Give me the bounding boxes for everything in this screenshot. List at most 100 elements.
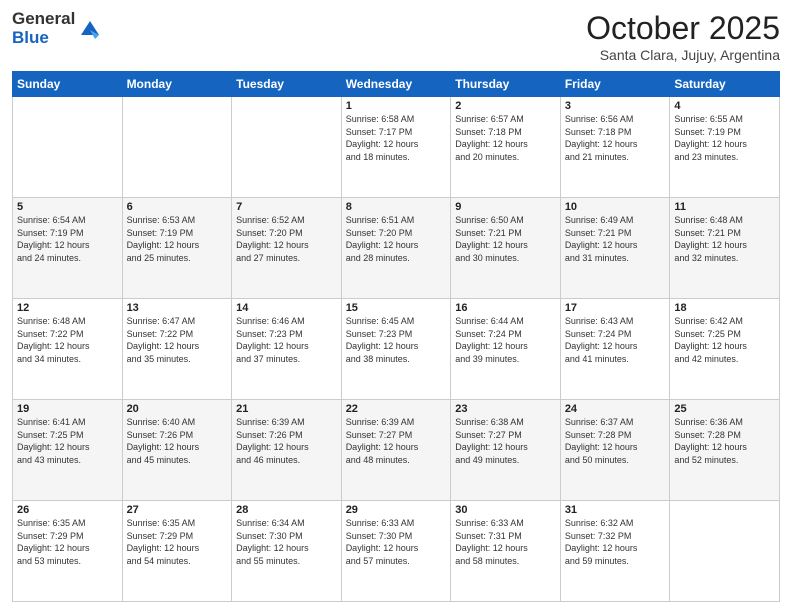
day-info: Sunrise: 6:41 AM Sunset: 7:25 PM Dayligh… bbox=[17, 416, 118, 466]
calendar-cell bbox=[13, 97, 123, 198]
day-info: Sunrise: 6:39 AM Sunset: 7:27 PM Dayligh… bbox=[346, 416, 447, 466]
calendar-header-row: SundayMondayTuesdayWednesdayThursdayFrid… bbox=[13, 72, 780, 97]
calendar-cell: 12Sunrise: 6:48 AM Sunset: 7:22 PM Dayli… bbox=[13, 299, 123, 400]
day-number: 9 bbox=[455, 201, 556, 213]
calendar-cell: 24Sunrise: 6:37 AM Sunset: 7:28 PM Dayli… bbox=[560, 400, 670, 501]
day-info: Sunrise: 6:58 AM Sunset: 7:17 PM Dayligh… bbox=[346, 113, 447, 163]
day-info: Sunrise: 6:34 AM Sunset: 7:30 PM Dayligh… bbox=[236, 517, 337, 567]
day-info: Sunrise: 6:40 AM Sunset: 7:26 PM Dayligh… bbox=[127, 416, 228, 466]
day-info: Sunrise: 6:56 AM Sunset: 7:18 PM Dayligh… bbox=[565, 113, 666, 163]
title-block: October 2025 Santa Clara, Jujuy, Argenti… bbox=[586, 10, 780, 63]
day-number: 2 bbox=[455, 100, 556, 112]
calendar-week-row: 5Sunrise: 6:54 AM Sunset: 7:19 PM Daylig… bbox=[13, 198, 780, 299]
day-info: Sunrise: 6:43 AM Sunset: 7:24 PM Dayligh… bbox=[565, 315, 666, 365]
day-info: Sunrise: 6:35 AM Sunset: 7:29 PM Dayligh… bbox=[17, 517, 118, 567]
day-number: 20 bbox=[127, 403, 228, 415]
calendar-cell: 28Sunrise: 6:34 AM Sunset: 7:30 PM Dayli… bbox=[232, 501, 342, 602]
calendar-table: SundayMondayTuesdayWednesdayThursdayFrid… bbox=[12, 71, 780, 602]
calendar-day-header: Monday bbox=[122, 72, 232, 97]
calendar-cell: 18Sunrise: 6:42 AM Sunset: 7:25 PM Dayli… bbox=[670, 299, 780, 400]
subtitle: Santa Clara, Jujuy, Argentina bbox=[586, 47, 780, 63]
calendar-cell: 27Sunrise: 6:35 AM Sunset: 7:29 PM Dayli… bbox=[122, 501, 232, 602]
day-info: Sunrise: 6:35 AM Sunset: 7:29 PM Dayligh… bbox=[127, 517, 228, 567]
calendar-cell: 21Sunrise: 6:39 AM Sunset: 7:26 PM Dayli… bbox=[232, 400, 342, 501]
day-number: 26 bbox=[17, 504, 118, 516]
calendar-cell: 11Sunrise: 6:48 AM Sunset: 7:21 PM Dayli… bbox=[670, 198, 780, 299]
day-number: 13 bbox=[127, 302, 228, 314]
day-number: 21 bbox=[236, 403, 337, 415]
logo: General Blue bbox=[12, 10, 103, 47]
calendar-cell: 9Sunrise: 6:50 AM Sunset: 7:21 PM Daylig… bbox=[451, 198, 561, 299]
calendar-week-row: 26Sunrise: 6:35 AM Sunset: 7:29 PM Dayli… bbox=[13, 501, 780, 602]
day-number: 7 bbox=[236, 201, 337, 213]
day-info: Sunrise: 6:44 AM Sunset: 7:24 PM Dayligh… bbox=[455, 315, 556, 365]
day-info: Sunrise: 6:48 AM Sunset: 7:22 PM Dayligh… bbox=[17, 315, 118, 365]
day-info: Sunrise: 6:51 AM Sunset: 7:20 PM Dayligh… bbox=[346, 214, 447, 264]
day-number: 18 bbox=[674, 302, 775, 314]
day-number: 23 bbox=[455, 403, 556, 415]
day-info: Sunrise: 6:53 AM Sunset: 7:19 PM Dayligh… bbox=[127, 214, 228, 264]
calendar-day-header: Friday bbox=[560, 72, 670, 97]
day-number: 4 bbox=[674, 100, 775, 112]
day-number: 31 bbox=[565, 504, 666, 516]
calendar-cell: 22Sunrise: 6:39 AM Sunset: 7:27 PM Dayli… bbox=[341, 400, 451, 501]
calendar-cell: 31Sunrise: 6:32 AM Sunset: 7:32 PM Dayli… bbox=[560, 501, 670, 602]
day-number: 25 bbox=[674, 403, 775, 415]
logo-general: General bbox=[12, 10, 75, 29]
calendar-cell: 13Sunrise: 6:47 AM Sunset: 7:22 PM Dayli… bbox=[122, 299, 232, 400]
calendar-cell: 30Sunrise: 6:33 AM Sunset: 7:31 PM Dayli… bbox=[451, 501, 561, 602]
calendar-cell: 7Sunrise: 6:52 AM Sunset: 7:20 PM Daylig… bbox=[232, 198, 342, 299]
calendar-cell: 20Sunrise: 6:40 AM Sunset: 7:26 PM Dayli… bbox=[122, 400, 232, 501]
calendar-cell: 25Sunrise: 6:36 AM Sunset: 7:28 PM Dayli… bbox=[670, 400, 780, 501]
day-info: Sunrise: 6:33 AM Sunset: 7:31 PM Dayligh… bbox=[455, 517, 556, 567]
day-number: 27 bbox=[127, 504, 228, 516]
calendar-cell: 3Sunrise: 6:56 AM Sunset: 7:18 PM Daylig… bbox=[560, 97, 670, 198]
day-number: 17 bbox=[565, 302, 666, 314]
calendar-cell: 6Sunrise: 6:53 AM Sunset: 7:19 PM Daylig… bbox=[122, 198, 232, 299]
header: General Blue October 2025 Santa Clara, J… bbox=[12, 10, 780, 63]
day-info: Sunrise: 6:36 AM Sunset: 7:28 PM Dayligh… bbox=[674, 416, 775, 466]
calendar-cell: 29Sunrise: 6:33 AM Sunset: 7:30 PM Dayli… bbox=[341, 501, 451, 602]
day-info: Sunrise: 6:32 AM Sunset: 7:32 PM Dayligh… bbox=[565, 517, 666, 567]
calendar-cell: 14Sunrise: 6:46 AM Sunset: 7:23 PM Dayli… bbox=[232, 299, 342, 400]
day-number: 6 bbox=[127, 201, 228, 213]
day-info: Sunrise: 6:54 AM Sunset: 7:19 PM Dayligh… bbox=[17, 214, 118, 264]
calendar-week-row: 12Sunrise: 6:48 AM Sunset: 7:22 PM Dayli… bbox=[13, 299, 780, 400]
day-number: 1 bbox=[346, 100, 447, 112]
day-number: 10 bbox=[565, 201, 666, 213]
day-info: Sunrise: 6:38 AM Sunset: 7:27 PM Dayligh… bbox=[455, 416, 556, 466]
day-number: 5 bbox=[17, 201, 118, 213]
day-number: 8 bbox=[346, 201, 447, 213]
calendar-day-header: Wednesday bbox=[341, 72, 451, 97]
calendar-cell: 26Sunrise: 6:35 AM Sunset: 7:29 PM Dayli… bbox=[13, 501, 123, 602]
day-info: Sunrise: 6:47 AM Sunset: 7:22 PM Dayligh… bbox=[127, 315, 228, 365]
day-info: Sunrise: 6:46 AM Sunset: 7:23 PM Dayligh… bbox=[236, 315, 337, 365]
logo-icon bbox=[77, 17, 103, 43]
day-number: 11 bbox=[674, 201, 775, 213]
calendar-cell: 10Sunrise: 6:49 AM Sunset: 7:21 PM Dayli… bbox=[560, 198, 670, 299]
day-number: 16 bbox=[455, 302, 556, 314]
calendar-day-header: Tuesday bbox=[232, 72, 342, 97]
calendar-cell: 1Sunrise: 6:58 AM Sunset: 7:17 PM Daylig… bbox=[341, 97, 451, 198]
calendar-week-row: 19Sunrise: 6:41 AM Sunset: 7:25 PM Dayli… bbox=[13, 400, 780, 501]
day-number: 22 bbox=[346, 403, 447, 415]
day-number: 29 bbox=[346, 504, 447, 516]
calendar-cell bbox=[232, 97, 342, 198]
logo-text: General Blue bbox=[12, 10, 75, 47]
calendar-cell: 17Sunrise: 6:43 AM Sunset: 7:24 PM Dayli… bbox=[560, 299, 670, 400]
day-number: 24 bbox=[565, 403, 666, 415]
calendar-body: 1Sunrise: 6:58 AM Sunset: 7:17 PM Daylig… bbox=[13, 97, 780, 602]
calendar-day-header: Sunday bbox=[13, 72, 123, 97]
day-info: Sunrise: 6:50 AM Sunset: 7:21 PM Dayligh… bbox=[455, 214, 556, 264]
day-info: Sunrise: 6:57 AM Sunset: 7:18 PM Dayligh… bbox=[455, 113, 556, 163]
day-info: Sunrise: 6:55 AM Sunset: 7:19 PM Dayligh… bbox=[674, 113, 775, 163]
calendar-cell: 23Sunrise: 6:38 AM Sunset: 7:27 PM Dayli… bbox=[451, 400, 561, 501]
day-number: 28 bbox=[236, 504, 337, 516]
day-number: 3 bbox=[565, 100, 666, 112]
calendar-cell: 15Sunrise: 6:45 AM Sunset: 7:23 PM Dayli… bbox=[341, 299, 451, 400]
calendar-cell: 2Sunrise: 6:57 AM Sunset: 7:18 PM Daylig… bbox=[451, 97, 561, 198]
calendar-day-header: Thursday bbox=[451, 72, 561, 97]
calendar-cell bbox=[122, 97, 232, 198]
calendar-day-header: Saturday bbox=[670, 72, 780, 97]
day-info: Sunrise: 6:49 AM Sunset: 7:21 PM Dayligh… bbox=[565, 214, 666, 264]
